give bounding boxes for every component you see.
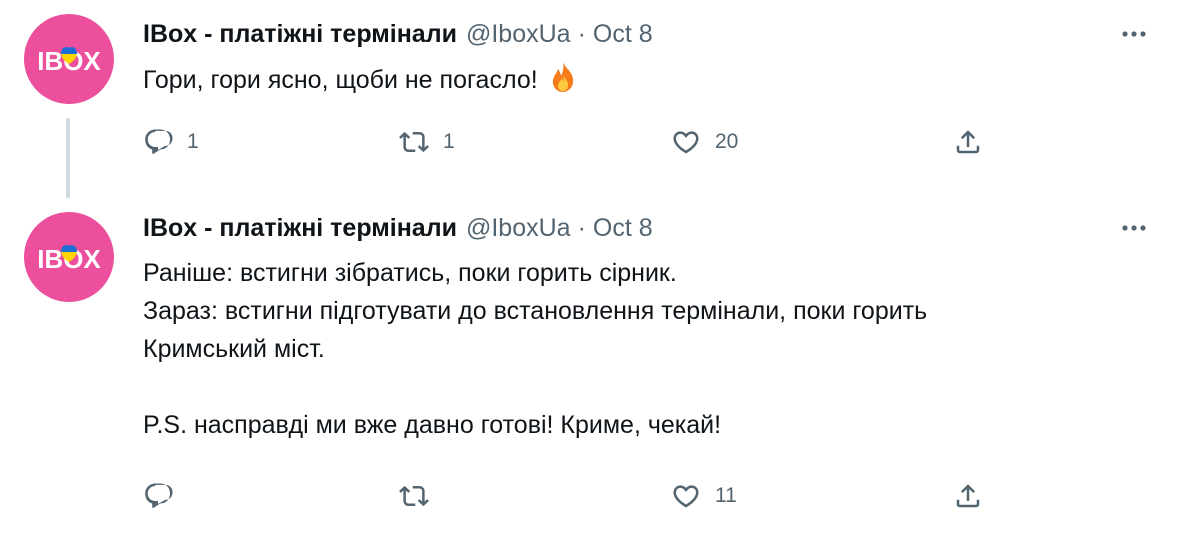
share-button[interactable] (953, 476, 983, 516)
tweet-actions: 1 1 20 (143, 122, 1003, 162)
reply-icon (145, 129, 173, 154)
like-button[interactable]: 11 (671, 476, 737, 516)
share-icon (956, 484, 980, 508)
tweet-text-line: P.S. насправді ми вже давно готові! Крим… (143, 411, 722, 439)
display-name[interactable]: IBox - платіжні термінали (143, 20, 457, 49)
tweet-date[interactable]: Oct 8 (593, 214, 653, 243)
fire-emoji (546, 60, 580, 94)
tweet-date[interactable]: Oct 8 (593, 20, 653, 49)
tweet[interactable]: IBOX IBox - платіжні термінали @IboxUa ·… (0, 0, 1180, 200)
retweet-button[interactable]: 1 (399, 122, 455, 162)
display-name[interactable]: IBox - платіжні термінали (143, 214, 457, 243)
tweet-text: Гори, гори ясно, щоби не погасло! (143, 60, 580, 98)
separator-dot: · (577, 213, 586, 242)
share-icon (956, 130, 980, 154)
tweet-text-line-content: Гори, гори ясно, щоби не погасло! (143, 66, 538, 94)
avatar[interactable]: IBOX (24, 14, 114, 104)
reply-button[interactable]: 1 (143, 122, 199, 162)
user-handle[interactable]: @IboxUa (466, 20, 571, 49)
ibox-logo: IBOX (37, 46, 101, 76)
user-handle[interactable]: @IboxUa (466, 214, 571, 243)
reply-button[interactable] (143, 476, 187, 516)
more-icon[interactable] (1116, 16, 1152, 52)
tweet-text-line: Кримський міст. (143, 335, 325, 363)
thread-connector (66, 118, 70, 198)
tweet-text-line: Зараз: встигни підготувати до встановлен… (143, 297, 928, 325)
ibox-logo: IBOX (37, 244, 101, 274)
like-icon (673, 131, 699, 154)
reply-count: 1 (187, 130, 199, 153)
like-count: 20 (715, 130, 739, 153)
like-count: 11 (715, 484, 737, 507)
tweet-actions: 11 (143, 476, 1003, 516)
retweet-count: 1 (443, 130, 455, 153)
reply-icon (145, 483, 173, 508)
tweet-text-line: Раніше: встигни зібратись, поки горить с… (143, 259, 677, 287)
like-icon (673, 485, 699, 508)
avatar[interactable]: IBOX (24, 212, 114, 302)
tweet-text: Раніше: встигни зібратись, поки горить с… (143, 254, 927, 444)
tweet-text-line (143, 368, 927, 406)
tweet[interactable]: IBOX IBox - платіжні термінали @IboxUa ·… (0, 200, 1180, 534)
retweet-icon (399, 485, 429, 507)
tweet-header: IBox - платіжні термінали @IboxUa · Oct … (143, 210, 653, 246)
tweet-text-line: Гори, гори ясно, щоби не погасло! (143, 60, 580, 98)
like-button[interactable]: 20 (671, 122, 738, 162)
more-icon[interactable] (1116, 210, 1152, 246)
retweet-button[interactable] (399, 476, 443, 516)
retweet-icon (399, 131, 429, 153)
tweet-header: IBox - платіжні термінали @IboxUa · Oct … (143, 16, 653, 52)
share-button[interactable] (953, 122, 983, 162)
separator-dot: · (577, 19, 586, 48)
